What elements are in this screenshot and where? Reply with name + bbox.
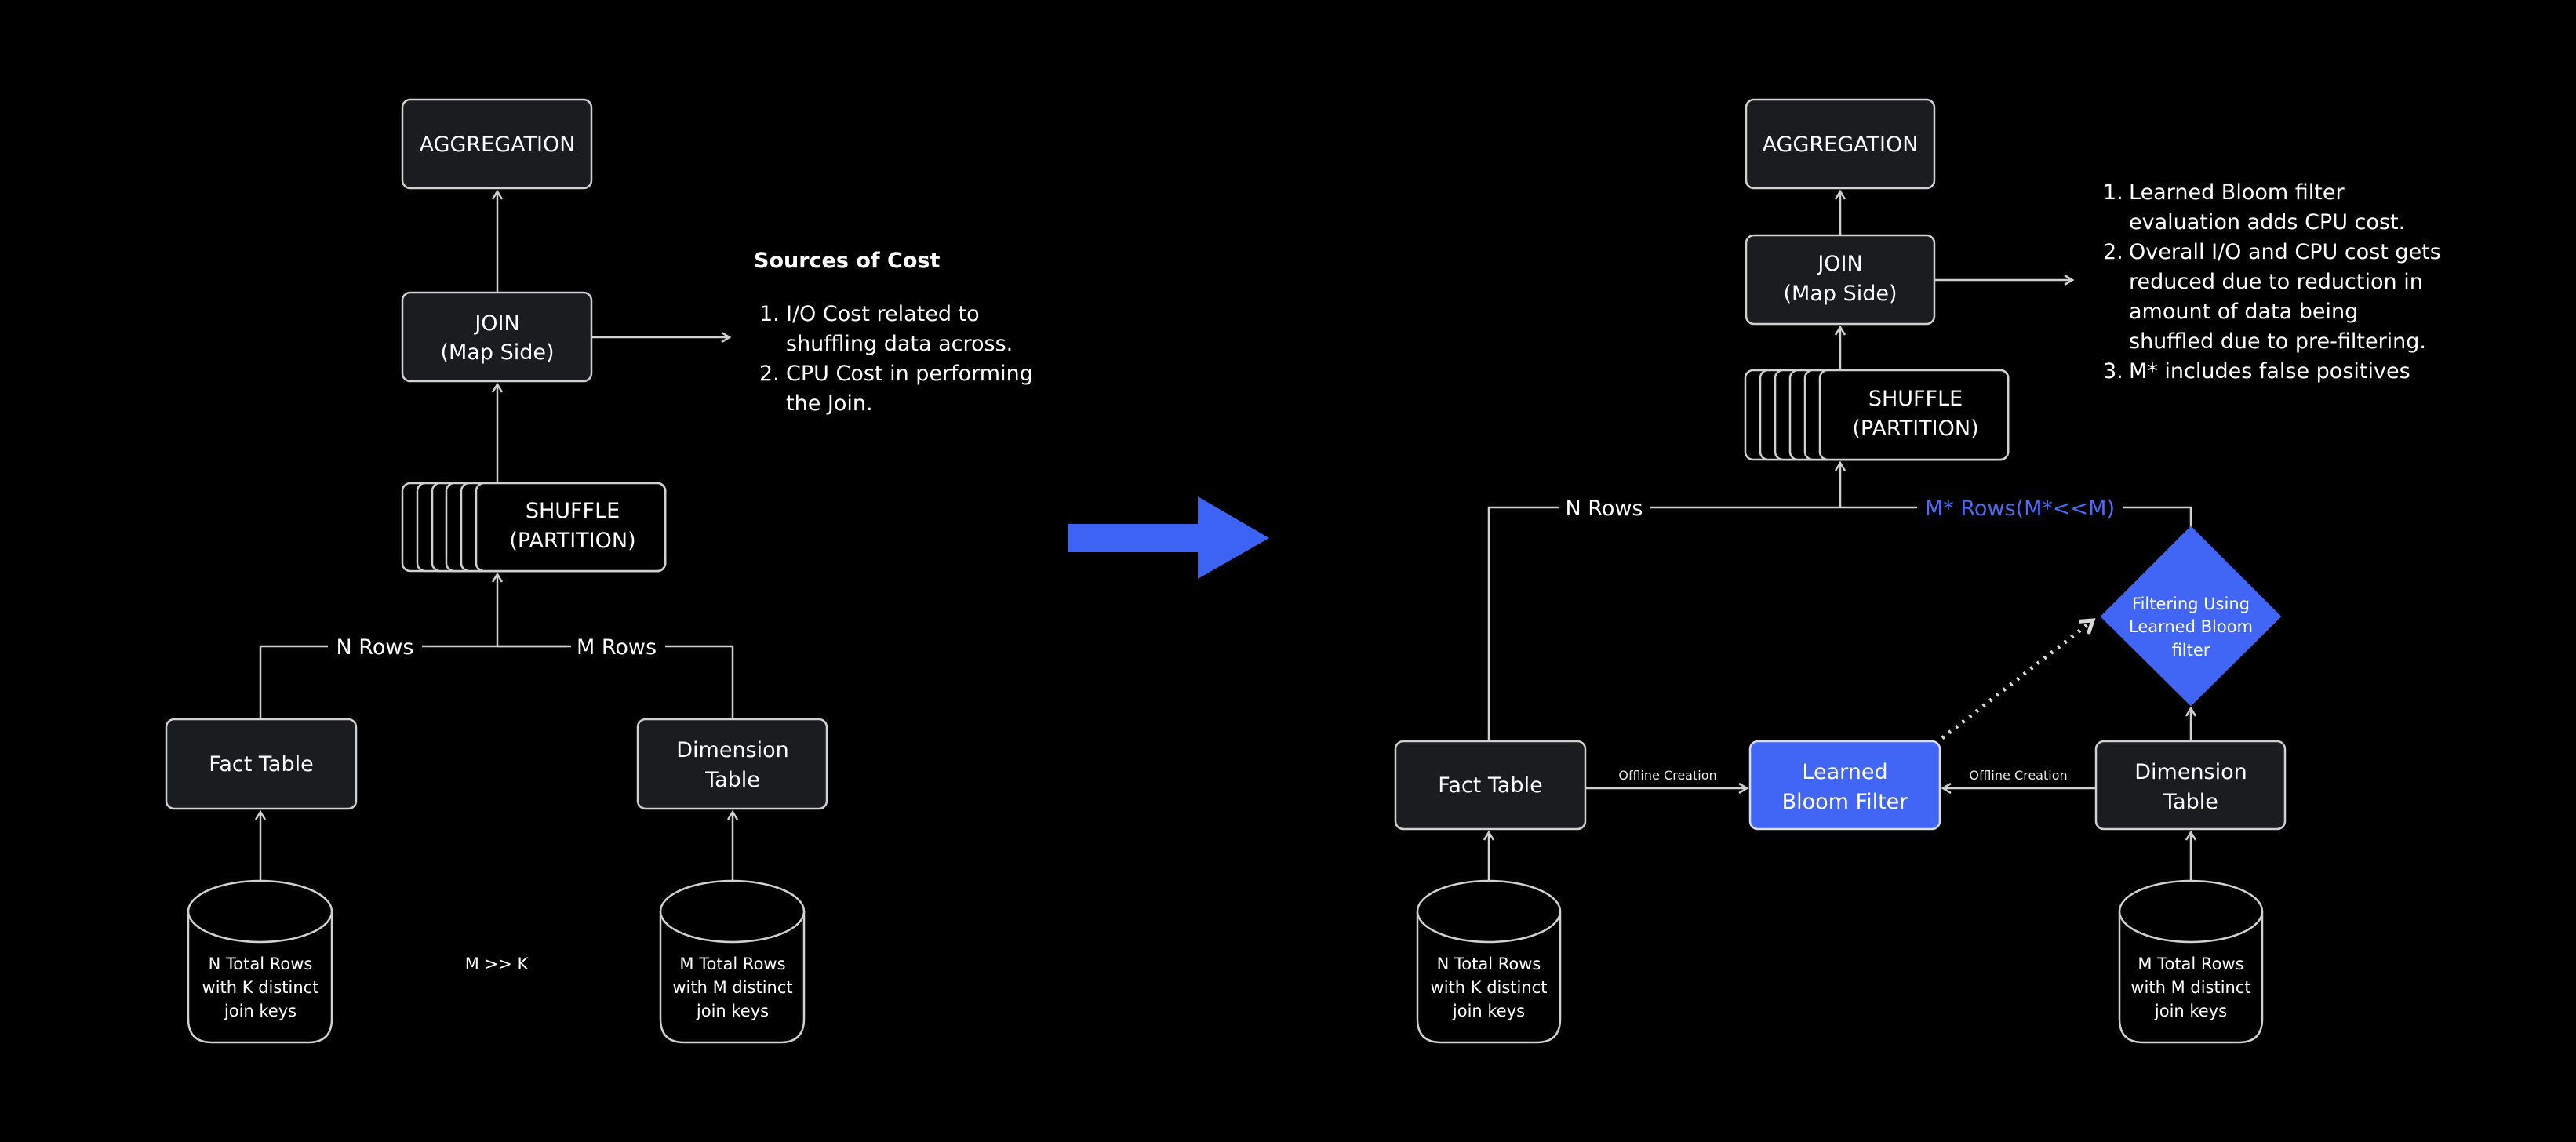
fact-source-r-line2: with K distinct (1431, 978, 1548, 997)
fact-source-r-line3: join keys (1452, 1002, 1525, 1020)
dimension-table-node-r[interactable]: Dimension Table (2094, 740, 2287, 831)
left-diagram: AGGREGATION JOIN (Map Side) SHUFFLE (PAR… (165, 98, 1033, 1044)
cost-item-1-line2: shuffling data across. (786, 332, 1013, 356)
fact-table-label-r: Fact Table (1438, 773, 1542, 798)
filter-node[interactable]: Filtering Using Learned Bloom filter (2101, 526, 2281, 706)
cost-item-2-line2: the Join. (786, 391, 873, 416)
offline-creation-label-right: Offline Creation (1969, 768, 2067, 783)
join-label-line1: JOIN (473, 311, 519, 336)
cost-item-1-num: 1. (759, 302, 780, 326)
shuffle-label-line1: SHUFFLE (526, 499, 620, 523)
right-diagram: AGGREGATION JOIN (Map Side) SHUFFLE (PAR… (1394, 98, 2441, 1044)
shuffle-label-r-line2: (PARTITION) (1852, 416, 1978, 441)
cost-notes-r: 1. Learned Bloom filter evaluation adds … (2103, 180, 2441, 384)
n-rows-label-r: N Rows (1566, 496, 1643, 521)
cost-item-2-line1: CPU Cost in performing (786, 362, 1033, 386)
dimension-source-r-line1: M Total Rows (2138, 955, 2243, 973)
edge-dim-to-merge-a (665, 645, 734, 719)
fact-source-line3: join keys (224, 1002, 297, 1020)
diagram-canvas: AGGREGATION JOIN (Map Side) SHUFFLE (PAR… (165, 98, 2441, 1044)
note-1-num: 1. (2103, 180, 2123, 205)
filter-label-line3: filter (2172, 641, 2210, 660)
dimension-table-label-line1: Dimension (676, 738, 789, 762)
fact-source-r-line1: N Total Rows (1437, 955, 1541, 973)
n-rows-label: N Rows (337, 635, 414, 660)
dimension-source-line2: with M distinct (672, 978, 792, 997)
join-label-r-line2: (Map Side) (1783, 282, 1897, 306)
fact-table-node[interactable]: Fact Table (165, 718, 358, 810)
dimension-table-label-r-line2: Table (2163, 790, 2218, 814)
dimension-source-database-r[interactable]: M Total Rows with M distinct join keys (2118, 879, 2264, 1044)
aggregation-label-r: AGGREGATION (1763, 133, 1919, 157)
fact-source-database[interactable]: N Total Rows with K distinct join keys (187, 879, 333, 1044)
aggregation-label: AGGREGATION (420, 133, 576, 157)
shuffle-label-r-line1: SHUFFLE (1868, 387, 1963, 411)
note-2-num: 2. (2103, 240, 2123, 264)
dimension-table-label-line2: Table (704, 768, 760, 792)
note-1-line1: Learned Bloom filter (2129, 180, 2345, 205)
dimension-source-database[interactable]: M Total Rows with M distinct join keys (659, 879, 806, 1044)
join-label-r-line1: JOIN (1816, 252, 1862, 276)
fact-table-node-r[interactable]: Fact Table (1394, 740, 1587, 831)
dimension-source-line3: join keys (696, 1002, 769, 1020)
m-star-rows-label: M* Rows(M*<<M) (1925, 496, 2115, 521)
fact-source-database-r[interactable]: N Total Rows with K distinct join keys (1416, 879, 1562, 1044)
fact-source-line1: N Total Rows (209, 955, 313, 973)
shuffle-node[interactable]: SHUFFLE (PARTITION) (401, 482, 667, 573)
relation-note: M >> K (465, 955, 529, 973)
cost-item-1-line1: I/O Cost related to (786, 302, 980, 326)
m-rows-label: M Rows (577, 635, 657, 660)
right-arrow-icon (1068, 496, 1269, 579)
note-1-line2: evaluation adds CPU cost. (2129, 210, 2405, 235)
cost-item-2-num: 2. (759, 362, 780, 386)
filter-label-line2: Learned Bloom (2129, 617, 2253, 636)
bloom-label-line2: Bloom Filter (1782, 790, 1909, 814)
bloom-label-line1: Learned (1802, 760, 1887, 784)
dimension-source-r-line3: join keys (2154, 1002, 2227, 1020)
edge-fact-to-merge-r-a (1487, 506, 1559, 741)
offline-creation-label-left: Offline Creation (1618, 768, 1716, 783)
learned-bloom-filter-node[interactable]: Learned Bloom Filter (1748, 740, 1941, 831)
edge-filter-to-merge-r (2123, 506, 2192, 527)
cost-notes-heading: Sources of Cost (754, 249, 940, 273)
dimension-table-node[interactable]: Dimension Table (636, 718, 828, 810)
note-3-num: 3. (2103, 359, 2123, 384)
edge-fact-to-merge-a (259, 645, 328, 719)
shuffle-node-r[interactable]: SHUFFLE (PARTITION) (1744, 369, 2010, 461)
dimension-source-r-line2: with M distinct (2130, 978, 2250, 997)
join-node[interactable]: JOIN (Map Side) (401, 291, 593, 383)
fact-table-label: Fact Table (209, 752, 313, 776)
aggregation-node[interactable]: AGGREGATION (401, 98, 593, 190)
filter-label-line1: Filtering Using (2132, 595, 2250, 613)
aggregation-node-r[interactable]: AGGREGATION (1745, 98, 1936, 190)
cost-notes: Sources of Cost 1. I/O Cost related to s… (754, 249, 1033, 416)
dimension-table-label-r-line1: Dimension (2134, 760, 2247, 784)
shuffle-label-line2: (PARTITION) (509, 529, 635, 553)
join-node-r[interactable]: JOIN (Map Side) (1745, 234, 1936, 326)
edge-bloom-to-filter-dotted (1941, 618, 2096, 740)
join-label-line2: (Map Side) (440, 340, 554, 365)
note-2-line1: Overall I/O and CPU cost gets (2129, 240, 2441, 264)
fact-source-line2: with K distinct (202, 978, 319, 997)
note-2-line3: amount of data being (2129, 300, 2358, 324)
note-2-line2: reduced due to reduction in (2129, 270, 2423, 294)
dimension-source-line1: M Total Rows (679, 955, 785, 973)
note-3-line1: M* includes false positives (2129, 359, 2410, 384)
note-2-line4: shuffled due to pre-filtering. (2129, 329, 2426, 354)
